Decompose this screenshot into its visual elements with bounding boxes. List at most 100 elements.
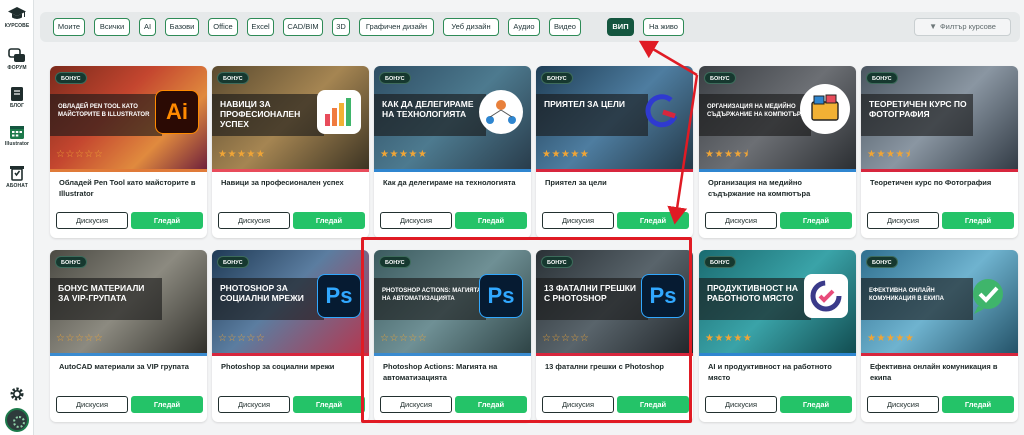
discussion-button[interactable]: Дискусия (218, 212, 290, 229)
bonus-badge: БОНУС (704, 72, 736, 84)
sidebar-item-courses[interactable]: КУРСОВЕ (0, 6, 34, 29)
course-title[interactable]: Навици за професионален успех (221, 178, 363, 189)
course-title[interactable]: Организация на медийно съдържание на ком… (708, 178, 850, 199)
filter-courses-button[interactable]: ▼ Филтър курсове (914, 18, 1011, 36)
course-title[interactable]: AI и продуктивност на работното място (708, 362, 850, 383)
course-title[interactable]: Теоретичен курс по Фотография (870, 178, 1012, 189)
watch-button[interactable]: Гледай (455, 396, 527, 413)
chip-all[interactable]: Всички (94, 18, 130, 36)
chip-office[interactable]: Office (208, 18, 238, 36)
thumbnail-accent-line (861, 353, 1018, 356)
course-title[interactable]: Приятел за цели (545, 178, 687, 189)
bonus-badge: БОНУС (541, 256, 573, 268)
course-title[interactable]: Photoshop за социални мрежи (221, 362, 363, 373)
course-title[interactable]: Photoshop Actions: Магията на автоматиза… (383, 362, 525, 383)
course-title[interactable]: Ефективна онлайн комуникация в екипа (870, 362, 1012, 383)
sidebar-item-membership[interactable]: АБОНАТ (0, 164, 34, 189)
photoshop-logo-icon: Ps (641, 274, 685, 318)
discussion-button[interactable]: Дискусия (380, 396, 452, 413)
photoshop-logo-icon: Ps (317, 274, 361, 318)
course-title[interactable]: Как да делегираме на технологията (383, 178, 525, 189)
watch-button[interactable]: Гледай (617, 396, 689, 413)
chip-3d[interactable]: 3D (332, 18, 350, 36)
chip-audio[interactable]: Аудио (508, 18, 540, 36)
course-card[interactable]: БОНУС НАВИЦИ ЗА ПРОФЕСИОНАЛЕН УСПЕХ ★★★★★ Н… (212, 66, 369, 238)
course-card[interactable]: БОНУС ПРИЯТЕЛ ЗА ЦЕЛИ ★★★★★ Приятел за цели… (536, 66, 693, 238)
logo-text: Ps (649, 283, 677, 308)
watch-button[interactable]: Гледай (780, 396, 852, 413)
course-thumbnail[interactable]: БОНУС PHOTOSHOP ACTIONS: МАГИЯТА НА АВТОМ… (374, 250, 531, 356)
course-card[interactable]: БОНУС ЕФЕКТИВНА ОНЛАЙН КОМУНИКАЦИЯ В ЕКИП… (861, 250, 1018, 422)
course-title[interactable]: 13 фатални грешки с Photoshop (545, 362, 687, 373)
course-card[interactable]: БОНУС 13 ФАТАЛНИ ГРЕШКИ С PHOTOSHOP Ps ☆☆☆☆… (536, 250, 693, 422)
chip-excel[interactable]: Excel (247, 18, 274, 36)
discussion-button[interactable]: Дискусия (56, 396, 128, 413)
graduation-cap-icon (8, 7, 26, 19)
avatar[interactable] (5, 408, 29, 432)
watch-button[interactable]: Гледай (942, 212, 1014, 229)
course-thumbnail[interactable]: БОНУС ОВЛАДЕЙ PEN TOOL КАТО МАЙСТОРИТЕ В … (50, 66, 207, 172)
course-thumbnail[interactable]: БОНУС ОРГАНИЗАЦИЯ НА МЕДИЙНО СЪДЪРЖАНИЕ Н… (699, 66, 856, 172)
discussion-button[interactable]: Дискусия (542, 396, 614, 413)
course-title[interactable]: AutoCAD материали за VIP групата (59, 362, 201, 373)
thumbnail-accent-line (861, 169, 1018, 172)
bonus-badge: БОНУС (379, 72, 411, 84)
watch-button[interactable]: Гледай (293, 396, 365, 413)
watch-button[interactable]: Гледай (293, 212, 365, 229)
thumbnail-title: КАК ДА ДЕЛЕГИРАМЕ НА ТЕХНОЛОГИЯТА (382, 99, 474, 119)
chip-basic[interactable]: Базови (165, 18, 199, 36)
chip-cad-bim[interactable]: CAD/BIM (283, 18, 323, 36)
discussion-button[interactable]: Дискусия (705, 212, 777, 229)
chip-graphic-design[interactable]: Графичен дизайн (359, 18, 434, 36)
sidebar-item-blog[interactable]: БЛОГ (0, 86, 34, 109)
media-folder-icon (800, 84, 850, 134)
sidebar-item-illustrator[interactable]: Illustrator (0, 124, 34, 147)
chip-vip[interactable]: ВИП (607, 18, 634, 36)
course-card[interactable]: БОНУС PHOTOSHOP ACTIONS: МАГИЯТА НА АВТОМ… (374, 250, 531, 422)
watch-button[interactable]: Гледай (131, 396, 203, 413)
thumbnail-title: ТЕОРЕТИЧЕН КУРС ПО ФОТОГРАФИЯ (869, 99, 967, 119)
course-thumbnail[interactable]: БОНУС PHOTOSHOP ЗА СОЦИАЛНИ МРЕЖИ Ps ☆☆☆☆☆ (212, 250, 369, 356)
discussion-button[interactable]: Дискусия (867, 212, 939, 229)
discussion-button[interactable]: Дискусия (218, 396, 290, 413)
sidebar-item-forum[interactable]: ФОРУМ (0, 48, 34, 71)
watch-button[interactable]: Гледай (617, 212, 689, 229)
course-title[interactable]: Обладей Pen Tool като майсторите в Illus… (59, 178, 201, 199)
course-card[interactable]: БОНУС ТЕОРЕТИЧЕН КУРС ПО ФОТОГРАФИЯ ★★★★⯨ Т… (861, 66, 1018, 238)
settings-button[interactable] (0, 386, 34, 402)
logo-text: Ai (166, 99, 188, 124)
discussion-button[interactable]: Дискусия (380, 212, 452, 229)
course-card[interactable]: БОНУС ПРОДУКТИВНОСТ НА РАБОТНОТО МЯСТО ★★★… (699, 250, 856, 422)
course-card[interactable]: БОНУС КАК ДА ДЕЛЕГИРАМЕ НА ТЕХНОЛОГИЯТА ★★… (374, 66, 531, 238)
course-card[interactable]: БОНУС ОРГАНИЗАЦИЯ НА МЕДИЙНО СЪДЪРЖАНИЕ Н… (699, 66, 856, 238)
course-card[interactable]: БОНУС БОНУС МАТЕРИАЛИ ЗА VIP-ГРУПАТА ☆☆☆☆☆… (50, 250, 207, 422)
course-thumbnail[interactable]: БОНУС БОНУС МАТЕРИАЛИ ЗА VIP-ГРУПАТА ☆☆☆☆☆ (50, 250, 207, 356)
course-thumbnail[interactable]: БОНУС ПРОДУКТИВНОСТ НА РАБОТНОТО МЯСТО ★★★… (699, 250, 856, 356)
watch-button[interactable]: Гледай (455, 212, 527, 229)
course-card[interactable]: БОНУС ОВЛАДЕЙ PEN TOOL КАТО МАЙСТОРИТЕ В … (50, 66, 207, 238)
course-thumbnail[interactable]: БОНУС НАВИЦИ ЗА ПРОФЕСИОНАЛЕН УСПЕХ ★★★★★ (212, 66, 369, 172)
watch-button[interactable]: Гледай (131, 212, 203, 229)
course-thumbnail[interactable]: БОНУС ТЕОРЕТИЧЕН КУРС ПО ФОТОГРАФИЯ ★★★★⯨ (861, 66, 1018, 172)
chip-web-design[interactable]: Уеб дизайн (443, 18, 499, 36)
watch-button[interactable]: Гледай (942, 396, 1014, 413)
course-thumbnail[interactable]: БОНУС 13 ФАТАЛНИ ГРЕШКИ С PHOTOSHOP Ps ☆☆☆☆… (536, 250, 693, 356)
discussion-button[interactable]: Дискусия (542, 212, 614, 229)
course-thumbnail[interactable]: БОНУС ЕФЕКТИВНА ОНЛАЙН КОМУНИКАЦИЯ В ЕКИП… (861, 250, 1018, 356)
thumbnail-accent-line (212, 353, 369, 356)
calendar-icon (10, 126, 24, 139)
course-card[interactable]: БОНУС PHOTOSHOP ЗА СОЦИАЛНИ МРЕЖИ Ps ☆☆☆☆☆ P… (212, 250, 369, 422)
discussion-button[interactable]: Дискусия (56, 212, 128, 229)
chip-video[interactable]: Видео (549, 18, 581, 36)
logo-text: Ps (325, 283, 353, 308)
chip-my[interactable]: Моите (53, 18, 85, 36)
chip-live[interactable]: На живо (643, 18, 684, 36)
thumbnail-accent-line (699, 169, 856, 172)
discussion-button[interactable]: Дискусия (705, 396, 777, 413)
course-thumbnail[interactable]: БОНУС КАК ДА ДЕЛЕГИРАМЕ НА ТЕХНОЛОГИЯТА ★★… (374, 66, 531, 172)
chip-ai[interactable]: AI (139, 18, 156, 36)
thumbnail-accent-line (536, 353, 693, 356)
discussion-button[interactable]: Дискусия (867, 396, 939, 413)
course-thumbnail[interactable]: БОНУС ПРИЯТЕЛ ЗА ЦЕЛИ ★★★★★ (536, 66, 693, 172)
watch-button[interactable]: Гледай (780, 212, 852, 229)
